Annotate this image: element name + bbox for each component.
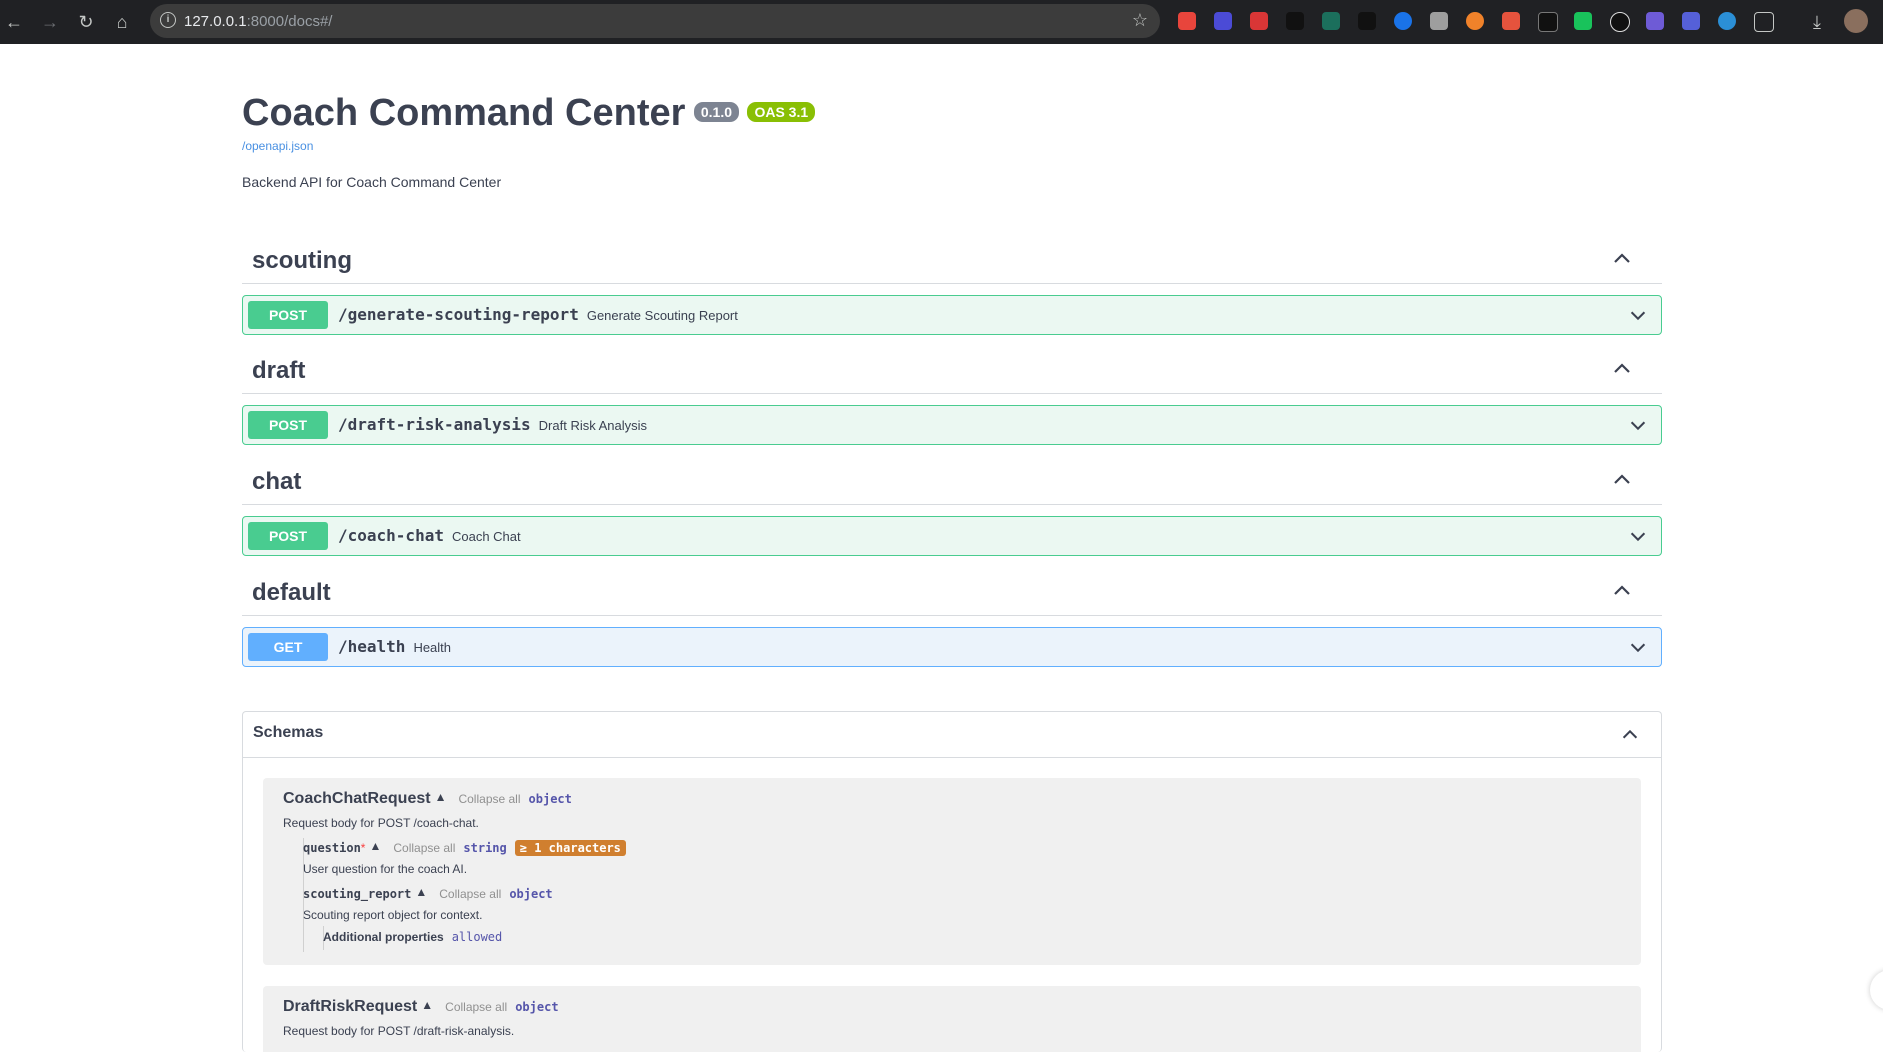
chevron-down-icon[interactable] bbox=[1627, 414, 1649, 436]
model-type: object bbox=[515, 1000, 559, 1014]
extension-icon[interactable] bbox=[1574, 12, 1592, 30]
operation-coach-chat[interactable]: POST /coach-chat Coach Chat bbox=[242, 516, 1662, 556]
oas-badge: OAS 3.1 bbox=[747, 102, 816, 122]
collapse-all-button[interactable]: Collapse all bbox=[458, 792, 520, 806]
property-description: Scouting report object for context. bbox=[303, 908, 483, 922]
property-description: User question for the coach AI. bbox=[303, 862, 468, 876]
operation-path: /draft-risk-analysis Draft Risk Analysis bbox=[338, 415, 648, 434]
extension-icon[interactable] bbox=[1250, 12, 1268, 30]
property-question[interactable]: question* ▲ Collapse all string ≥ 1 characte… bbox=[303, 839, 626, 856]
browser-toolbar: ← → ↻ ⌂ i 127.0.0.1:8000/docs#/ ☆ ⤓ bbox=[0, 0, 1883, 44]
chevron-up-icon[interactable] bbox=[1610, 247, 1634, 271]
operation-health[interactable]: GET /health Health bbox=[242, 627, 1662, 667]
operation-path: /health Health bbox=[338, 637, 452, 656]
operation-generate-scouting-report[interactable]: POST /generate-scouting-report Generate S… bbox=[242, 295, 1662, 335]
api-title: Coach Command Center bbox=[242, 92, 686, 134]
extension-icon[interactable] bbox=[1682, 12, 1700, 30]
schemas-header[interactable]: Schemas bbox=[243, 712, 1661, 758]
operation-summary: Generate Scouting Report bbox=[586, 308, 738, 323]
model-name[interactable]: CoachChatRequest ▲ Collapse all object bbox=[283, 790, 572, 808]
chevron-up-icon[interactable] bbox=[1619, 724, 1641, 746]
address-bar[interactable]: i 127.0.0.1:8000/docs#/ ☆ bbox=[150, 4, 1160, 38]
extension-icon[interactable] bbox=[1466, 12, 1484, 30]
tag-header-chat[interactable]: chat bbox=[242, 458, 1662, 505]
model-description: Request body for POST /coach-chat. bbox=[283, 816, 479, 830]
collapse-all-button[interactable]: Collapse all bbox=[439, 887, 501, 901]
tag-name: draft bbox=[252, 357, 306, 384]
model-type: object bbox=[528, 792, 572, 806]
property-scouting-report[interactable]: scouting_report ▲ Collapse all object bbox=[303, 885, 553, 901]
extension-icon[interactable] bbox=[1322, 12, 1340, 30]
method-badge: GET bbox=[248, 633, 328, 661]
extension-icon[interactable] bbox=[1718, 12, 1736, 30]
model-draft-risk-request: DraftRiskRequest ▲ Collapse all object Requ… bbox=[263, 986, 1641, 1052]
model-coach-chat-request: CoachChatRequest ▲ Collapse all object Requ… bbox=[263, 778, 1641, 965]
caret-up-icon[interactable]: ▲ bbox=[369, 839, 381, 853]
collapse-all-button[interactable]: Collapse all bbox=[445, 1000, 507, 1014]
operation-summary: Draft Risk Analysis bbox=[538, 418, 648, 433]
tag-header-draft[interactable]: draft bbox=[242, 347, 1662, 394]
home-icon[interactable]: ⌂ bbox=[110, 10, 134, 34]
method-badge: POST bbox=[248, 411, 328, 439]
extension-icon[interactable] bbox=[1502, 12, 1520, 30]
caret-up-icon[interactable]: ▲ bbox=[421, 998, 433, 1012]
constraint-chip: ≥ 1 characters bbox=[514, 840, 626, 856]
method-badge: POST bbox=[248, 522, 328, 550]
version-badge: 0.1.0 bbox=[693, 102, 739, 122]
operation-path: /coach-chat Coach Chat bbox=[338, 526, 521, 545]
api-title-row: Coach Command Center 0.1.0 OAS 3.1 bbox=[242, 92, 816, 135]
extension-icon[interactable] bbox=[1610, 12, 1630, 32]
chevron-up-icon[interactable] bbox=[1610, 357, 1634, 381]
forward-icon[interactable]: → bbox=[38, 10, 62, 34]
chevron-down-icon[interactable] bbox=[1627, 525, 1649, 547]
tag-header-default[interactable]: default bbox=[242, 569, 1662, 616]
property-type: object bbox=[509, 887, 553, 901]
operation-summary: Coach Chat bbox=[451, 529, 521, 544]
reload-icon[interactable]: ↻ bbox=[74, 10, 98, 34]
schemas-section: Schemas CoachChatRequest ▲ Collapse all obj… bbox=[242, 711, 1662, 1052]
bookmark-star-icon[interactable]: ☆ bbox=[1132, 10, 1148, 31]
tag-header-scouting[interactable]: scouting bbox=[242, 237, 1662, 284]
extension-icon[interactable] bbox=[1646, 12, 1664, 30]
caret-up-icon[interactable]: ▲ bbox=[435, 790, 447, 804]
extension-icon[interactable] bbox=[1214, 12, 1232, 30]
floating-button[interactable] bbox=[1870, 970, 1883, 1010]
collapse-all-button[interactable]: Collapse all bbox=[393, 841, 455, 855]
download-icon[interactable]: ⤓ bbox=[1805, 10, 1829, 34]
profile-avatar[interactable] bbox=[1844, 9, 1868, 33]
additional-properties: Additional properties allowed bbox=[323, 930, 503, 944]
extensions-puzzle-icon[interactable] bbox=[1754, 12, 1774, 32]
operation-path: /generate-scouting-report Generate Scouti… bbox=[338, 305, 738, 324]
caret-up-icon[interactable]: ▲ bbox=[415, 885, 427, 899]
tag-name: chat bbox=[252, 468, 302, 495]
method-badge: POST bbox=[248, 301, 328, 329]
tag-name: default bbox=[252, 579, 331, 606]
chevron-up-icon[interactable] bbox=[1610, 579, 1634, 603]
api-description: Backend API for Coach Command Center bbox=[242, 174, 502, 190]
property-type: string bbox=[463, 841, 507, 855]
openapi-json-link[interactable]: /openapi.json bbox=[242, 139, 313, 153]
extension-icon[interactable] bbox=[1394, 12, 1412, 30]
chevron-up-icon[interactable] bbox=[1610, 468, 1634, 492]
tag-name: scouting bbox=[252, 247, 352, 274]
chevron-down-icon[interactable] bbox=[1627, 304, 1649, 326]
schemas-title: Schemas bbox=[253, 724, 324, 741]
extension-icon[interactable] bbox=[1178, 12, 1196, 30]
operation-summary: Health bbox=[413, 640, 452, 655]
operation-draft-risk-analysis[interactable]: POST /draft-risk-analysis Draft Risk Anal… bbox=[242, 405, 1662, 445]
extension-icon[interactable] bbox=[1538, 12, 1558, 32]
extension-icon[interactable] bbox=[1358, 12, 1376, 30]
url-text: 127.0.0.1:8000/docs#/ bbox=[184, 13, 333, 30]
site-info-icon[interactable]: i bbox=[160, 12, 176, 28]
required-marker: * bbox=[360, 841, 366, 855]
extension-icon[interactable] bbox=[1286, 12, 1304, 30]
chevron-down-icon[interactable] bbox=[1627, 636, 1649, 658]
model-description: Request body for POST /draft-risk-analys… bbox=[283, 1024, 515, 1038]
back-icon[interactable]: ← bbox=[2, 10, 26, 34]
model-name[interactable]: DraftRiskRequest ▲ Collapse all object bbox=[283, 998, 559, 1016]
extension-icon[interactable] bbox=[1430, 12, 1448, 30]
